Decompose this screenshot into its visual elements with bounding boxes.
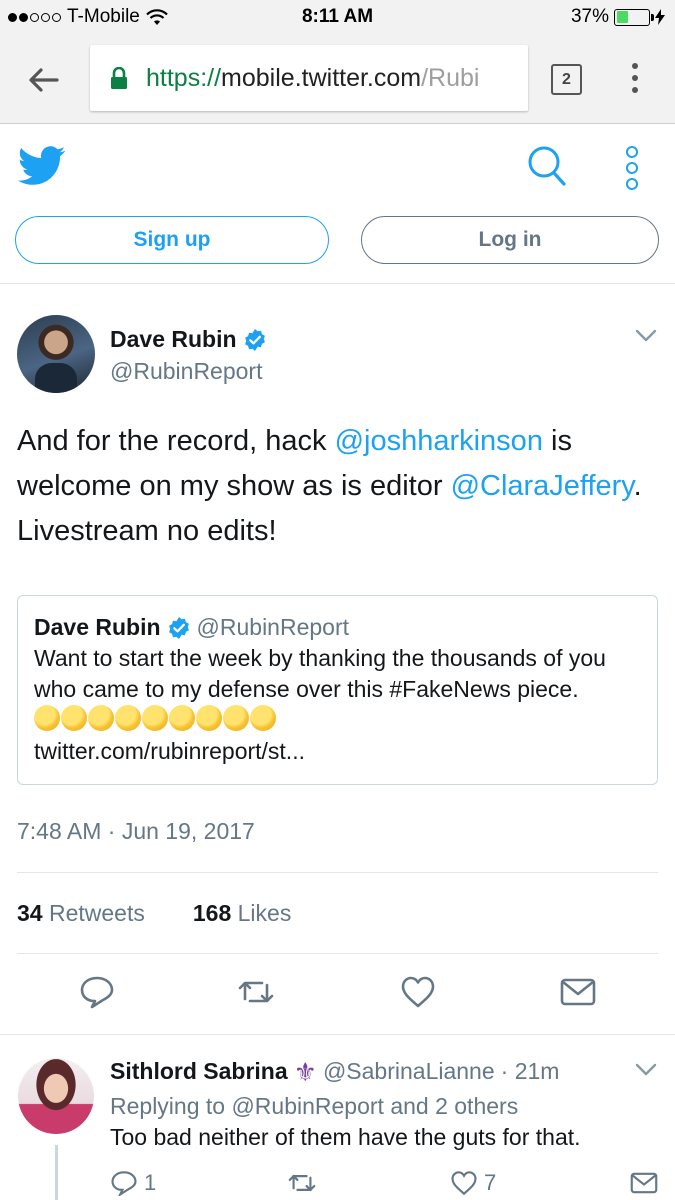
- divider: [17, 872, 658, 873]
- message-icon[interactable]: [560, 975, 596, 1009]
- reply-message-button[interactable]: [630, 1170, 658, 1196]
- battery-icon: [614, 8, 654, 26]
- address-bar[interactable]: https://mobile.twitter.com/Rubi: [90, 45, 528, 111]
- replying-to-link[interactable]: Replying to @RubinReport and 2 others: [110, 1093, 518, 1120]
- reply-author-handle[interactable]: @SabrinaLianne: [323, 1058, 495, 1085]
- chevron-down-icon[interactable]: [635, 1063, 657, 1077]
- tweet-actions: [0, 975, 675, 1015]
- likes-count: 168: [192, 900, 232, 926]
- mention-link[interactable]: @joshharkinson: [335, 425, 543, 457]
- thread-line: [55, 1145, 58, 1200]
- raised-hands-emoji-icon: [223, 705, 249, 731]
- tabs-button[interactable]: 2: [551, 64, 582, 95]
- quote-author-name: Dave Rubin: [34, 614, 161, 640]
- tweet-stats: 34 Retweets 168 Likes: [17, 900, 291, 927]
- url-text: https://mobile.twitter.com/Rubi: [146, 64, 479, 93]
- chevron-down-icon[interactable]: [635, 329, 657, 343]
- url-path: /Rubi: [421, 63, 480, 92]
- verified-badge-icon: [168, 616, 189, 639]
- replying-to-text: Replying to @RubinReport and 2 others: [110, 1093, 519, 1119]
- raised-hands-emoji-icon: [196, 705, 222, 731]
- clapping-emoji-icon: [142, 705, 168, 731]
- search-icon[interactable]: [527, 145, 567, 187]
- quote-header: Dave Rubin @RubinReport: [34, 614, 641, 641]
- reply-avatar[interactable]: [18, 1058, 94, 1134]
- url-scheme: https://: [146, 63, 222, 92]
- like-icon: [451, 1171, 477, 1196]
- twitter-header: Sign up Log in: [0, 124, 675, 284]
- divider: [17, 953, 658, 954]
- back-arrow-icon[interactable]: [26, 62, 62, 98]
- kebab-menu-icon[interactable]: [632, 63, 638, 93]
- reply-count: 1: [144, 1170, 157, 1195]
- quote-link[interactable]: twitter.com/rubinreport/st...: [34, 738, 305, 764]
- reply-actions: 1 7: [110, 1170, 660, 1200]
- likes-label: Likes: [237, 900, 292, 926]
- quote-text: Want to start the week by thanking the t…: [34, 643, 641, 767]
- battery-percent: 37%: [570, 6, 609, 27]
- retweets-label: Retweets: [48, 900, 145, 926]
- tweet-timestamp[interactable]: 7:48 AM · Jun 19, 2017: [17, 818, 255, 845]
- quoted-tweet[interactable]: Dave Rubin @RubinReport Want to start th…: [17, 595, 658, 785]
- tweet-text: And for the record, hack @joshharkinson …: [17, 419, 657, 554]
- signup-button[interactable]: Sign up: [15, 216, 329, 264]
- fleur-de-lis-emoji-icon: ⚜: [293, 1056, 317, 1087]
- lock-icon: [111, 67, 127, 89]
- reply-author-name[interactable]: Sithlord Sabrina: [110, 1058, 288, 1085]
- tweet-text-segment: And for the record, hack: [17, 425, 335, 457]
- more-icon[interactable]: [626, 146, 638, 190]
- likes-stat[interactable]: 168 Likes: [193, 900, 291, 927]
- reply-header: Sithlord Sabrina ⚜ @SabrinaLianne · 21m: [110, 1058, 559, 1085]
- status-bar: T-Mobile 8:11 AM 37%: [0, 0, 675, 34]
- retweet-icon[interactable]: [238, 975, 274, 1009]
- quote-body: Want to start the week by thanking the t…: [34, 645, 606, 702]
- thumbs-up-emoji-icon: [88, 705, 114, 731]
- charging-bolt-icon: [655, 9, 665, 25]
- message-icon: [630, 1172, 658, 1194]
- author-name[interactable]: Dave Rubin: [110, 326, 267, 353]
- reply-retweet-button[interactable]: [288, 1170, 316, 1196]
- avatar[interactable]: [17, 315, 95, 393]
- retweets-count: 34: [17, 900, 43, 926]
- reply-reply-button[interactable]: 1: [110, 1170, 156, 1196]
- thumbs-up-emoji-icon: [34, 705, 60, 731]
- author-handle[interactable]: @RubinReport: [110, 358, 262, 385]
- url-host: mobile.twitter.com: [221, 63, 422, 92]
- verified-badge-icon: [244, 328, 265, 351]
- reply-text: Too bad neither of them have the guts fo…: [110, 1124, 581, 1150]
- thumbs-up-emoji-icon: [61, 705, 87, 731]
- mention-link[interactable]: @ClaraJeffery: [451, 470, 634, 502]
- battery-info: 37%: [571, 6, 665, 28]
- divider: [0, 1034, 675, 1035]
- twitter-bird-icon[interactable]: [18, 146, 66, 186]
- login-button[interactable]: Log in: [361, 216, 659, 264]
- browser-toolbar: https://mobile.twitter.com/Rubi 2: [0, 34, 675, 124]
- reply-icon: [111, 1171, 137, 1196]
- raised-hands-emoji-icon: [250, 705, 276, 731]
- clapping-emoji-icon: [169, 705, 195, 731]
- clapping-emoji-icon: [115, 705, 141, 731]
- reply-time[interactable]: · 21m: [501, 1058, 560, 1085]
- reply-like-button[interactable]: 7: [450, 1170, 496, 1196]
- emoji-row: [34, 705, 276, 731]
- like-icon[interactable]: [400, 975, 436, 1009]
- like-count: 7: [484, 1170, 497, 1195]
- quote-author-handle: @RubinReport: [196, 614, 350, 640]
- author-name-text: Dave Rubin: [110, 326, 237, 352]
- reply-icon[interactable]: [79, 975, 115, 1009]
- retweet-icon: [288, 1174, 316, 1192]
- retweets-stat[interactable]: 34 Retweets: [17, 900, 145, 927]
